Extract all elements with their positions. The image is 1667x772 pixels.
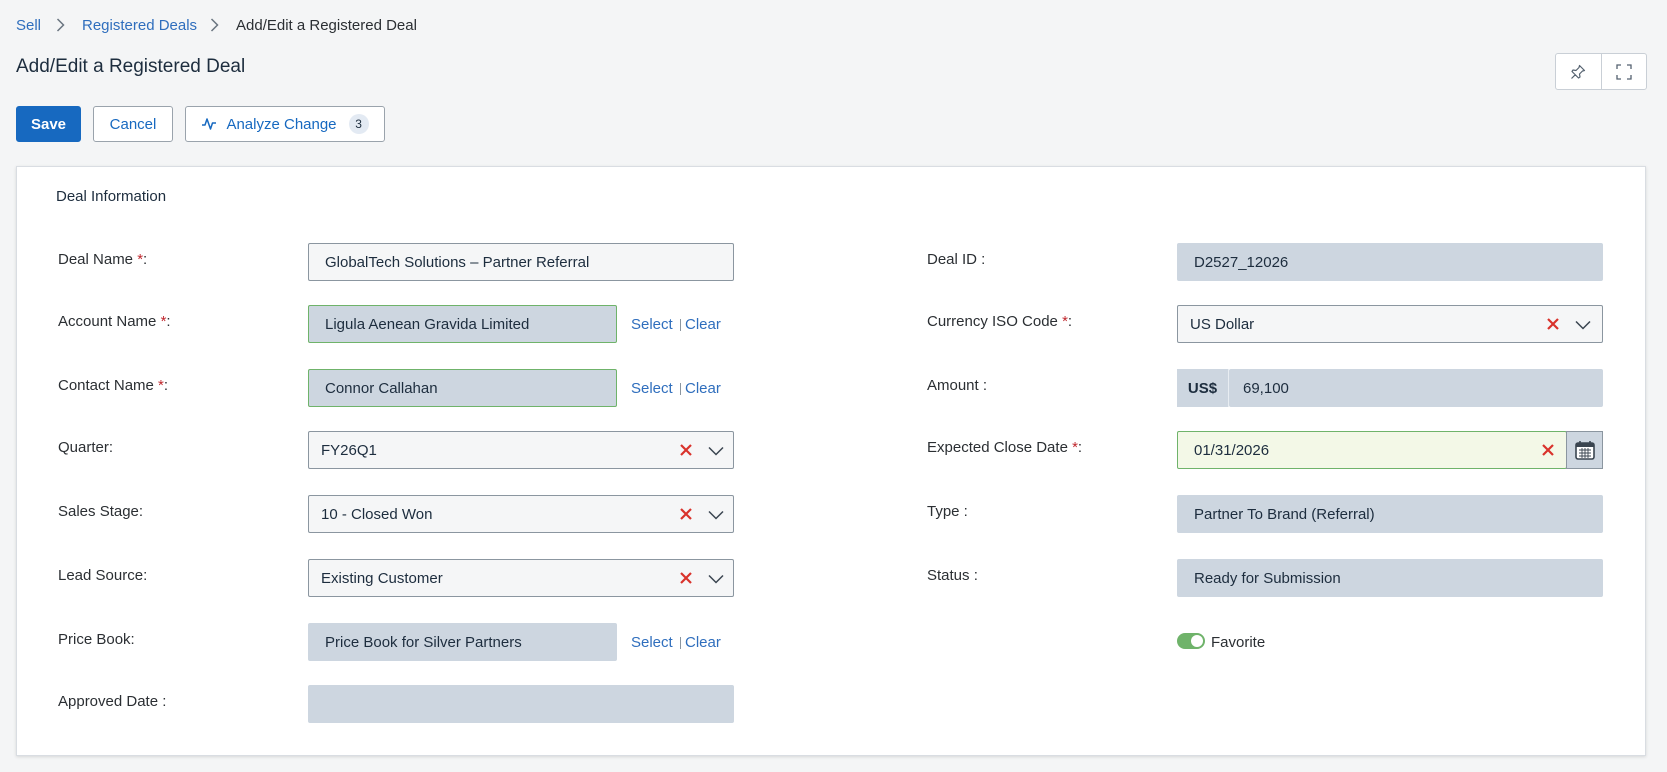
- close-date-input[interactable]: 01/31/2026: [1177, 431, 1567, 469]
- currency-prefix: US$: [1177, 369, 1229, 407]
- breadcrumb-current: Add/Edit a Registered Deal: [236, 17, 417, 34]
- sales-stage-label: Sales Stage:: [58, 503, 144, 520]
- contact-clear-link[interactable]: Clear: [685, 380, 721, 397]
- analyze-change-label: Analyze Change: [226, 115, 337, 133]
- section-title: Deal Information: [56, 188, 167, 205]
- chevron-down-icon[interactable]: [1575, 320, 1591, 330]
- clear-x-icon[interactable]: [679, 507, 693, 521]
- calendar-button[interactable]: [1566, 431, 1603, 469]
- favorite-label: Favorite: [1211, 634, 1266, 651]
- page-title: Add/Edit a Registered Deal: [16, 56, 246, 77]
- clear-x-icon[interactable]: [679, 571, 693, 585]
- quarter-label: Quarter:: [58, 439, 114, 456]
- divider: [680, 637, 681, 649]
- breadcrumb-registered-deals[interactable]: Registered Deals: [82, 16, 197, 36]
- cancel-button[interactable]: Cancel: [93, 106, 173, 142]
- price-book-select-link[interactable]: Select: [631, 634, 673, 651]
- divider: [680, 383, 681, 395]
- approved-date-label: Approved Date :: [58, 693, 167, 710]
- amount-label: Amount :: [927, 377, 988, 394]
- deal-name-label: Deal Name *:: [58, 251, 148, 268]
- favorite-toggle[interactable]: [1177, 633, 1205, 649]
- type-field: Partner To Brand (Referral): [1177, 495, 1603, 533]
- sales-stage-select[interactable]: 10 - Closed Won: [308, 495, 734, 533]
- type-label: Type :: [927, 503, 968, 520]
- activity-icon: [202, 118, 217, 130]
- chevron-down-icon[interactable]: [708, 510, 724, 520]
- currency-select[interactable]: US Dollar: [1177, 305, 1603, 343]
- clear-x-icon[interactable]: [1546, 317, 1560, 331]
- account-name-label: Account Name *:: [58, 313, 171, 330]
- clear-x-icon[interactable]: [1541, 443, 1555, 457]
- deal-id-field: D2527_12026: [1177, 243, 1603, 281]
- account-name-field: Ligula Aenean Gravida Limited: [308, 305, 617, 343]
- calendar-icon: [1574, 441, 1595, 460]
- status-field: Ready for Submission: [1177, 559, 1603, 597]
- fullscreen-icon: [1616, 63, 1632, 80]
- lead-source-label: Lead Source:: [58, 567, 148, 584]
- amount-field: 69,100: [1229, 369, 1603, 407]
- chevron-down-icon[interactable]: [708, 574, 724, 584]
- deal-name-input[interactable]: GlobalTech Solutions – Partner Referral: [308, 243, 734, 281]
- currency-label: Currency ISO Code *:: [927, 313, 1073, 330]
- chevron-right-icon: [56, 18, 65, 32]
- header-actions: [1555, 53, 1647, 90]
- quarter-select[interactable]: FY26Q1: [308, 431, 734, 469]
- price-book-label: Price Book:: [58, 631, 135, 648]
- price-book-clear-link[interactable]: Clear: [685, 634, 721, 651]
- close-date-label: Expected Close Date *:: [927, 439, 1083, 456]
- toggle-knob: [1191, 635, 1203, 647]
- price-book-field: Price Book for Silver Partners: [308, 623, 617, 661]
- pin-button[interactable]: [1556, 54, 1601, 89]
- approved-date-field: [308, 685, 734, 723]
- contact-name-label: Contact Name *:: [58, 377, 169, 394]
- chevron-down-icon[interactable]: [708, 446, 724, 456]
- fullscreen-button[interactable]: [1600, 54, 1647, 89]
- save-button[interactable]: Save: [16, 106, 81, 142]
- contact-select-link[interactable]: Select: [631, 380, 673, 397]
- chevron-right-icon: [210, 18, 219, 32]
- status-label: Status :: [927, 567, 978, 584]
- contact-name-field: Connor Callahan: [308, 369, 617, 407]
- analyze-change-button[interactable]: Analyze Change 3: [185, 106, 385, 142]
- clear-x-icon[interactable]: [679, 443, 693, 457]
- lead-source-select[interactable]: Existing Customer: [308, 559, 734, 597]
- breadcrumb-sell[interactable]: Sell: [16, 16, 41, 36]
- change-count-badge: 3: [348, 114, 369, 134]
- pin-icon: [1571, 64, 1586, 79]
- account-select-link[interactable]: Select: [631, 316, 673, 333]
- deal-id-label: Deal ID :: [927, 251, 986, 268]
- divider: [680, 319, 681, 331]
- account-clear-link[interactable]: Clear: [685, 316, 721, 333]
